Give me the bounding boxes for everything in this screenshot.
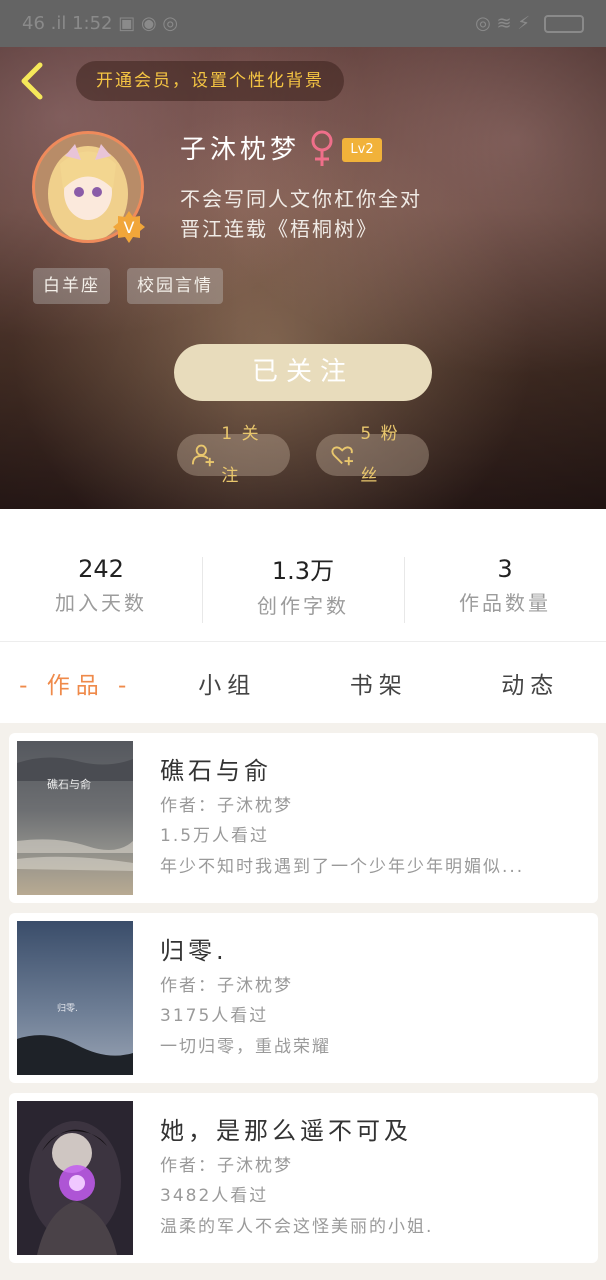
username: 子沐枕梦 xyxy=(180,135,301,165)
fans-chip[interactable]: 5 粉丝 xyxy=(316,424,429,486)
cover-image: 归零. xyxy=(17,921,133,1075)
cover-image xyxy=(17,1101,133,1255)
work-description: 一切归零，重战荣耀 xyxy=(160,1037,331,1057)
work-author: 作者：子沐枕梦 xyxy=(160,1156,293,1176)
work-card[interactable]: 归零. 归零. 作者：子沐枕梦 3175人看过 一切归零，重战荣耀 xyxy=(9,913,598,1083)
level-badge: Lv2 xyxy=(342,138,382,162)
works-list: 礁石与俞 礁石与俞 作者：子沐枕梦 1.5万人看过 年少不知时我遇到了一个少年少… xyxy=(0,723,606,1280)
back-arrow-icon[interactable] xyxy=(14,59,54,103)
work-description: 温柔的军人不会这怪美丽的小姐. xyxy=(160,1217,434,1237)
status-right-icons: ◎ ≋ ⚡ xyxy=(475,13,530,34)
profile-header: 开通会员，设置个性化背景 V 子沐枕梦 Lv2 不会写同人文你杠你全对 晋江连载… xyxy=(0,47,606,509)
stat-value: 242 xyxy=(78,554,124,583)
tab-groups[interactable]: 小组 xyxy=(152,642,304,723)
female-gender-icon xyxy=(311,130,333,166)
work-author: 作者：子沐枕梦 xyxy=(160,976,293,996)
work-title: 归零. xyxy=(160,937,228,965)
work-title: 礁石与俞 xyxy=(160,757,272,785)
work-card[interactable]: 礁石与俞 礁石与俞 作者：子沐枕梦 1.5万人看过 年少不知时我遇到了一个少年少… xyxy=(9,733,598,903)
heart-plus-icon xyxy=(331,446,353,466)
cover-image: 礁石与俞 xyxy=(17,741,133,895)
status-bar: 46 .il 1:52 ▣ ◉ ◎ ◎ ≋ ⚡ xyxy=(0,0,606,47)
stat-value: 3 xyxy=(497,554,513,583)
svg-text:归零.: 归零. xyxy=(57,1002,78,1014)
stat-label: 加入天数 xyxy=(55,590,147,615)
work-cover[interactable]: 归零. xyxy=(17,921,133,1075)
bio-line-1: 不会写同人文你杠你全对 xyxy=(180,187,422,211)
verified-badge-icon: V xyxy=(113,211,145,243)
tab-bar: - 作品 - 小组 书架 动态 xyxy=(0,641,606,723)
stat-works: 3 作品数量 xyxy=(404,509,606,641)
svg-text:V: V xyxy=(124,218,135,237)
stat-label: 创作字数 xyxy=(257,594,349,618)
add-user-icon xyxy=(191,444,214,467)
work-description: 年少不知时我遇到了一个少年少年明媚似... xyxy=(160,857,525,877)
work-card[interactable]: 她，是那么遥不可及 作者：子沐枕梦 3482人看过 温柔的军人不会这怪美丽的小姐… xyxy=(9,1093,598,1263)
svg-text:礁石与俞: 礁石与俞 xyxy=(47,777,91,791)
tab-works[interactable]: - 作品 - xyxy=(0,642,152,723)
work-cover[interactable]: 礁石与俞 xyxy=(17,741,133,895)
tab-activity[interactable]: 动态 xyxy=(455,642,606,723)
stat-words: 1.3万 创作字数 xyxy=(202,509,404,641)
fans-label: 5 粉丝 xyxy=(360,424,400,486)
stats-row: 242 加入天数 1.3万 创作字数 3 作品数量 xyxy=(0,509,606,641)
vip-background-button[interactable]: 开通会员，设置个性化背景 xyxy=(76,61,344,101)
tag-genre[interactable]: 校园言情 xyxy=(127,268,223,304)
stat-value: 1.3万 xyxy=(271,557,335,585)
status-left-text: 46 .il 1:52 ▣ ◉ ◎ xyxy=(22,13,179,34)
work-author: 作者：子沐枕梦 xyxy=(160,796,293,816)
bio-line-2: 晋江连载《梧桐树》 xyxy=(180,217,378,241)
following-label: 1 关注 xyxy=(221,424,261,486)
stat-days: 242 加入天数 xyxy=(0,509,202,641)
battery-icon xyxy=(544,14,584,33)
work-views: 1.5万人看过 xyxy=(160,826,270,846)
tag-zodiac[interactable]: 白羊座 xyxy=(33,268,110,304)
following-chip[interactable]: 1 关注 xyxy=(177,424,290,486)
work-views: 3175人看过 xyxy=(160,1006,269,1026)
work-cover[interactable] xyxy=(17,1101,133,1255)
profile-page: 46 .il 1:52 ▣ ◉ ◎ ◎ ≋ ⚡ 开通会员，设置个性化背景 V 子… xyxy=(0,0,606,1280)
followed-button[interactable]: 已关注 xyxy=(174,344,432,401)
stat-label: 作品数量 xyxy=(459,590,551,615)
tab-bookshelf[interactable]: 书架 xyxy=(303,642,455,723)
status-right: ◎ ≋ ⚡ xyxy=(475,13,584,34)
status-left: 46 .il 1:52 ▣ ◉ ◎ xyxy=(22,13,178,34)
work-title: 她，是那么遥不可及 xyxy=(160,1117,412,1145)
work-views: 3482人看过 xyxy=(160,1186,269,1206)
